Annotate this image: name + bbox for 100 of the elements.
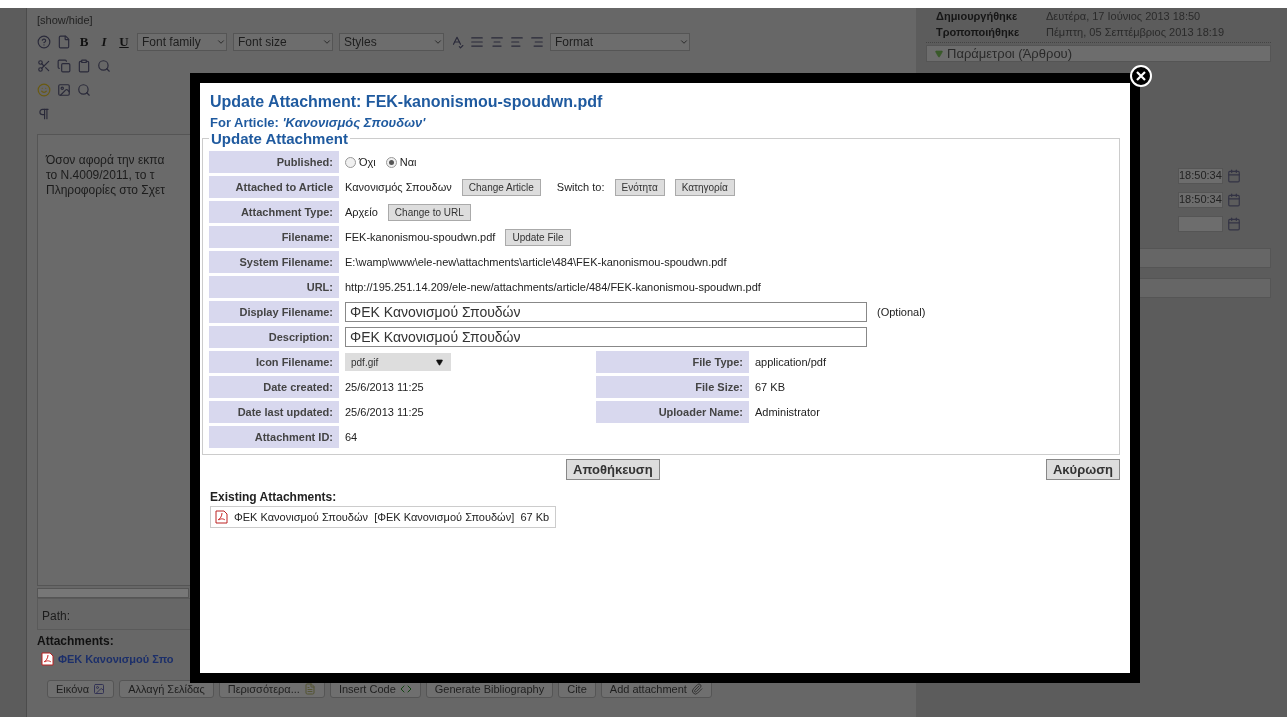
toolbar-dropdown[interactable]: Font size	[233, 33, 333, 51]
document-icon	[303, 683, 316, 695]
search-icon[interactable]	[77, 83, 91, 97]
field-value: 25/6/2013 11:25	[345, 406, 424, 418]
editor-text: Πληροφορίες στο Σχετ	[46, 183, 166, 197]
caret-icon	[679, 37, 689, 47]
scrollbar[interactable]	[37, 588, 189, 598]
field-label: Attached to Article	[209, 176, 339, 198]
info-label: Δημιουργήθηκε	[936, 10, 1019, 22]
dialog-subtitle: For Article: 'Κανονισμός Σπουδων'	[210, 115, 427, 130]
editor-button[interactable]: Εικόνα	[47, 680, 115, 698]
close-icon	[1136, 71, 1146, 81]
copy-icon[interactable]	[57, 59, 71, 73]
panel-title: Παράμετροι (Άρθρου)	[947, 46, 1073, 61]
field-label: File Type:	[596, 351, 749, 373]
field-label: Attachment ID:	[209, 426, 339, 448]
date-field[interactable]: 18:50:34	[1178, 192, 1223, 208]
dropdown-arrow-icon	[436, 358, 443, 366]
radio-option[interactable]: Όχι	[345, 156, 376, 168]
field-value: http://195.251.14.209/ele-new/attachments/article/484/FEK-kanonismou-spoudwn.pdf	[345, 281, 761, 293]
attachment-text: ΦΕΚ Κανονισμού Σπουδών [ΦΕΚ Κανονισμού Σπουδών] 67 Kb	[234, 511, 550, 523]
field-value: application/pdf	[755, 356, 826, 368]
switch-label: Switch to:	[556, 181, 605, 193]
image-icon[interactable]	[57, 83, 71, 97]
format-button[interactable]: U	[117, 34, 131, 50]
align-justify-icon[interactable]	[470, 35, 484, 49]
editor-text: Όσον αφορά την εκπα	[46, 153, 165, 167]
pdf-icon	[41, 652, 54, 666]
toolbar-dropdown[interactable]: Styles	[339, 33, 444, 51]
scissors-icon[interactable]	[37, 59, 51, 73]
field-label: Date created:	[209, 376, 339, 398]
switch-button[interactable]: Ενότητα	[614, 178, 665, 196]
panel-header[interactable]: Παράμετροι (Άρθρου)	[926, 45, 1271, 62]
align-center-icon[interactable]	[490, 35, 504, 49]
caret-icon	[433, 37, 443, 47]
optional-note: (Optional)	[877, 306, 926, 318]
format-button[interactable]: B	[77, 34, 91, 50]
field-value: Αρχείο	[345, 206, 378, 218]
text-input[interactable]: ΦΕΚ Κανονισμού Σπουδών	[345, 302, 867, 322]
field-label: File Size:	[596, 376, 749, 398]
image-icon	[93, 683, 106, 695]
field-label: Uploader Name:	[596, 401, 749, 423]
spellcheck-icon[interactable]	[450, 35, 464, 49]
field-label: Display Filename:	[209, 301, 339, 323]
article-name: Κανονισμός Σπουδων	[345, 181, 452, 193]
info-label: Τροποποιήθηκε	[936, 26, 1021, 38]
new-document-icon[interactable]	[57, 35, 71, 49]
caret-icon	[322, 37, 332, 47]
date-field[interactable]	[1178, 216, 1223, 232]
search-icon[interactable]	[97, 59, 111, 73]
field-label: Attachment Type:	[209, 201, 339, 223]
save-button[interactable]: Αποθήκευση	[566, 459, 660, 480]
calendar-icon[interactable]	[1227, 169, 1241, 183]
field-value: 25/6/2013 11:25	[345, 381, 424, 393]
format-button[interactable]: I	[97, 34, 111, 50]
pilcrow-icon[interactable]	[37, 107, 51, 121]
field-value: 64	[345, 431, 358, 443]
field-label: URL:	[209, 276, 339, 298]
field-label: Date last updated:	[209, 401, 339, 423]
field-label: Icon Filename:	[209, 351, 339, 373]
field-label: Filename:	[209, 226, 339, 248]
field-label: Description:	[209, 326, 339, 348]
change-article-button[interactable]: Change Article	[461, 178, 541, 196]
close-button[interactable]	[1130, 65, 1152, 87]
date-field[interactable]: 18:50:34	[1178, 168, 1223, 184]
paperclip-icon	[690, 683, 703, 695]
editor-text: το Ν.4009/2011, το τ	[46, 168, 155, 182]
cancel-button[interactable]: Ακύρωση	[1045, 459, 1120, 480]
pdf-icon	[215, 510, 228, 524]
align-left-icon[interactable]	[510, 35, 524, 49]
help-icon[interactable]	[37, 35, 51, 49]
align-right-icon[interactable]	[530, 35, 544, 49]
toolbar-dropdown[interactable]: Font family	[137, 33, 227, 51]
show-hide-link[interactable]: [show/hide]	[37, 14, 910, 26]
attachments-heading: Attachments:	[37, 634, 115, 648]
field-value: E:\wamp\www\ele-new\attachments\article\484\FEK-kanonismou-spoudwn.pdf	[345, 256, 727, 268]
calendar-icon[interactable]	[1227, 193, 1241, 207]
editor-button[interactable]: Αλλαγή Σελίδας	[119, 680, 214, 698]
existing-attachments-heading: Existing Attachments:	[210, 490, 338, 504]
field-value: 67 KB	[755, 381, 785, 393]
field-label: System Filename:	[209, 251, 339, 273]
text-input[interactable]: ΦΕΚ Κανονισμού Σπουδών	[345, 327, 867, 347]
calendar-icon[interactable]	[1227, 217, 1241, 231]
radio-option[interactable]: Ναι	[385, 156, 417, 168]
attachment-link[interactable]: ΦΕΚ Κανονισμού Σπο	[58, 653, 174, 665]
code-icon	[399, 683, 412, 695]
smiley-icon[interactable]	[37, 83, 51, 97]
icon-select[interactable]: pdf.gif	[345, 353, 451, 371]
action-button[interactable]: Change to URL	[387, 203, 471, 221]
section-legend: Update Attachment	[209, 130, 350, 147]
clipboard-icon[interactable]	[77, 59, 91, 73]
toolbar-dropdown[interactable]: Format	[550, 33, 690, 51]
action-button[interactable]: Update File	[505, 228, 571, 246]
dialog-title: Update Attachment: FEK-kanonismou-spoudwn.pdf	[210, 93, 604, 111]
switch-button[interactable]: Κατηγορία	[674, 178, 735, 196]
field-value: FEK-kanonismou-spoudwn.pdf	[345, 231, 496, 243]
field-label: Published:	[209, 151, 339, 173]
field-value: Administrator	[755, 406, 820, 418]
attachment-item[interactable]: ΦΕΚ Κανονισμού Σπουδών [ΦΕΚ Κανονισμού Σπουδών] 67 Kb	[210, 506, 557, 528]
expand-arrow-icon	[935, 49, 943, 58]
